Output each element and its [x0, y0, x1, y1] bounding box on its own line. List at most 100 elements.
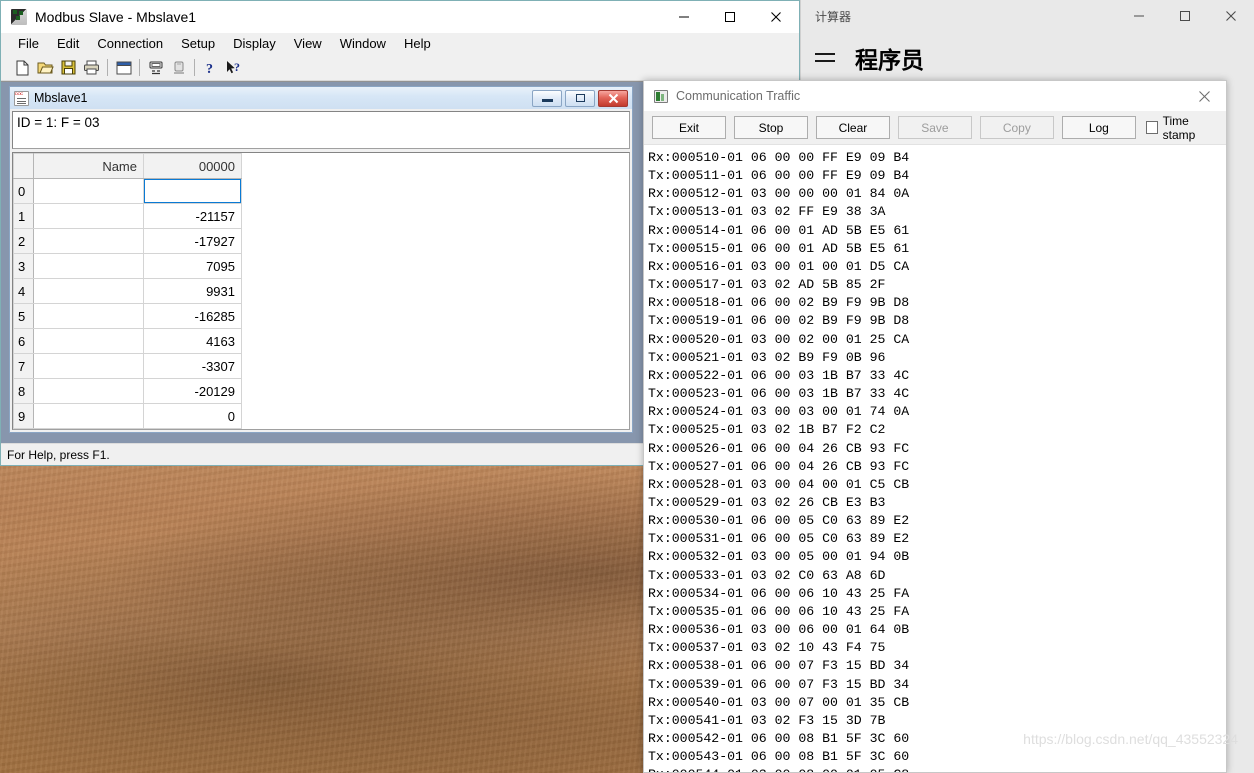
menu-window[interactable]: Window — [331, 34, 395, 54]
log-line: Rx:000540-01 03 00 07 00 01 35 CB — [648, 694, 910, 710]
log-line: Tx:000521-01 03 02 B9 F9 0B 96 — [648, 349, 886, 365]
modbus-toolbar[interactable]: ? ? — [1, 55, 799, 81]
close-icon[interactable] — [753, 1, 799, 33]
table-row[interactable]: 8 -20129 — [13, 378, 242, 404]
mbslave1-titlebar[interactable]: Mbslave1 — [10, 87, 632, 109]
log-line: Rx:000526-01 06 00 04 26 CB 93 FC — [648, 440, 910, 456]
maximize-icon[interactable] — [707, 1, 753, 33]
table-row[interactable]: 9 0 — [13, 403, 242, 429]
log-line: Tx:000515-01 06 00 01 AD 5B E5 61 — [648, 240, 910, 256]
menu-view[interactable]: View — [285, 34, 331, 54]
mbslave1-window-buttons — [532, 89, 630, 107]
new-icon[interactable] — [11, 57, 34, 79]
calculator-titlebar[interactable]: 计算器 — [801, 0, 1254, 32]
time-stamp-checkbox[interactable] — [1145, 121, 1158, 134]
about-icon[interactable]: ? — [199, 57, 222, 79]
log-line: Rx:000524-01 03 00 03 00 01 74 0A — [648, 404, 910, 420]
time-stamp-checkbox-group[interactable]: Time stamp — [1145, 114, 1218, 142]
close-icon[interactable] — [1208, 0, 1254, 32]
column-header-address[interactable]: 00000 — [143, 153, 242, 179]
context-help-icon[interactable]: ? — [222, 57, 245, 79]
row-value[interactable]: 9931 — [143, 278, 242, 304]
communication-traffic-window[interactable]: Communication Traffic Exit Stop Clear Sa… — [643, 80, 1227, 773]
row-value[interactable]: 7095 — [143, 253, 242, 279]
register-table[interactable]: Name 00000 0 -23 1 -21157 2 -17927 3 709… — [13, 153, 242, 429]
menu-file[interactable]: File — [9, 34, 48, 54]
log-line: Tx:000529-01 03 02 26 CB E3 B3 — [648, 494, 886, 510]
table-row[interactable]: 5 -16285 — [13, 303, 242, 329]
toolbar-separator — [139, 59, 140, 76]
row-name[interactable] — [33, 228, 144, 254]
menu-edit[interactable]: Edit — [48, 34, 88, 54]
close-icon[interactable] — [1182, 81, 1226, 111]
row-name[interactable] — [33, 328, 144, 354]
log-button[interactable]: Log — [1061, 116, 1136, 139]
maximize-icon[interactable] — [1162, 0, 1208, 32]
table-row[interactable]: 4 9931 — [13, 278, 242, 304]
minimize-icon[interactable] — [661, 1, 707, 33]
table-row[interactable]: 6 4163 — [13, 328, 242, 354]
modbus-titlebar[interactable]: Modbus Slave - Mbslave1 — [1, 1, 799, 33]
mbslave1-child-window[interactable]: Mbslave1 ID = 1: F = 03 — [9, 86, 633, 433]
log-line: Tx:000527-01 06 00 04 26 CB 93 FC — [648, 458, 910, 474]
disconnect-icon[interactable] — [167, 57, 190, 79]
table-row[interactable]: 2 -17927 — [13, 228, 242, 254]
log-line: Tx:000525-01 03 02 1B B7 F2 C2 — [648, 422, 886, 438]
open-icon[interactable] — [34, 57, 57, 79]
comm-traffic-toolbar[interactable]: Exit Stop Clear Save Copy Log Time stamp — [644, 111, 1226, 145]
log-line: Rx:000514-01 06 00 01 AD 5B E5 61 — [648, 222, 910, 238]
restore-icon[interactable] — [565, 89, 595, 107]
exit-button[interactable]: Exit — [652, 116, 726, 139]
table-row[interactable]: 1 -21157 — [13, 203, 242, 229]
row-value[interactable]: -20129 — [143, 378, 242, 404]
row-value[interactable]: -21157 — [143, 203, 242, 229]
display-window-icon[interactable] — [112, 57, 135, 79]
traffic-icon — [654, 89, 668, 103]
menu-display[interactable]: Display — [224, 34, 285, 54]
comm-traffic-title: Communication Traffic — [676, 89, 801, 103]
minimize-icon[interactable] — [532, 89, 562, 107]
menu-setup[interactable]: Setup — [172, 34, 224, 54]
save-icon[interactable] — [57, 57, 80, 79]
row-value[interactable]: -16285 — [143, 303, 242, 329]
connect-icon[interactable] — [144, 57, 167, 79]
table-row[interactable]: 0 -23 — [13, 178, 242, 204]
close-icon[interactable] — [598, 89, 628, 107]
clear-button[interactable]: Clear — [815, 116, 890, 139]
row-name[interactable] — [33, 178, 144, 204]
column-header-index[interactable] — [13, 153, 34, 179]
modbus-window-buttons — [661, 1, 799, 33]
row-name[interactable] — [33, 203, 144, 229]
stop-button[interactable]: Stop — [733, 116, 808, 139]
row-value[interactable]: 4163 — [143, 328, 242, 354]
row-index: 4 — [13, 278, 34, 304]
row-value[interactable]: -23 — [143, 178, 242, 204]
row-name[interactable] — [33, 403, 144, 429]
comm-traffic-titlebar[interactable]: Communication Traffic — [644, 81, 1226, 111]
calculator-header: 程序员 — [801, 32, 1254, 84]
minimize-icon[interactable] — [1116, 0, 1162, 32]
print-icon[interactable] — [80, 57, 103, 79]
register-table-container[interactable]: Name 00000 0 -23 1 -21157 2 -17927 3 709… — [12, 152, 630, 430]
row-name[interactable] — [33, 378, 144, 404]
row-index: 9 — [13, 403, 34, 429]
hamburger-menu-icon[interactable] — [815, 50, 837, 66]
row-name[interactable] — [33, 353, 144, 379]
row-value[interactable]: 0 — [143, 403, 242, 429]
modbus-menubar[interactable]: File Edit Connection Setup Display View … — [1, 33, 799, 55]
row-name[interactable] — [33, 303, 144, 329]
menu-help[interactable]: Help — [395, 34, 440, 54]
column-header-name[interactable]: Name — [33, 153, 144, 179]
log-line: Tx:000531-01 06 00 05 C0 63 89 E2 — [648, 531, 910, 547]
modbus-title: Modbus Slave - Mbslave1 — [35, 9, 197, 25]
row-name[interactable] — [33, 278, 144, 304]
log-line: Rx:000510-01 06 00 00 FF E9 09 B4 — [648, 150, 910, 165]
row-value[interactable]: -17927 — [143, 228, 242, 254]
menu-connection[interactable]: Connection — [88, 34, 172, 54]
statusbar-help-text: For Help, press F1. — [7, 447, 110, 462]
comm-traffic-log[interactable]: Rx:000510-01 06 00 00 FF E9 09 B4 Tx:000… — [644, 145, 1226, 772]
table-row[interactable]: 7 -3307 — [13, 353, 242, 379]
row-name[interactable] — [33, 253, 144, 279]
table-row[interactable]: 3 7095 — [13, 253, 242, 279]
row-value[interactable]: -3307 — [143, 353, 242, 379]
